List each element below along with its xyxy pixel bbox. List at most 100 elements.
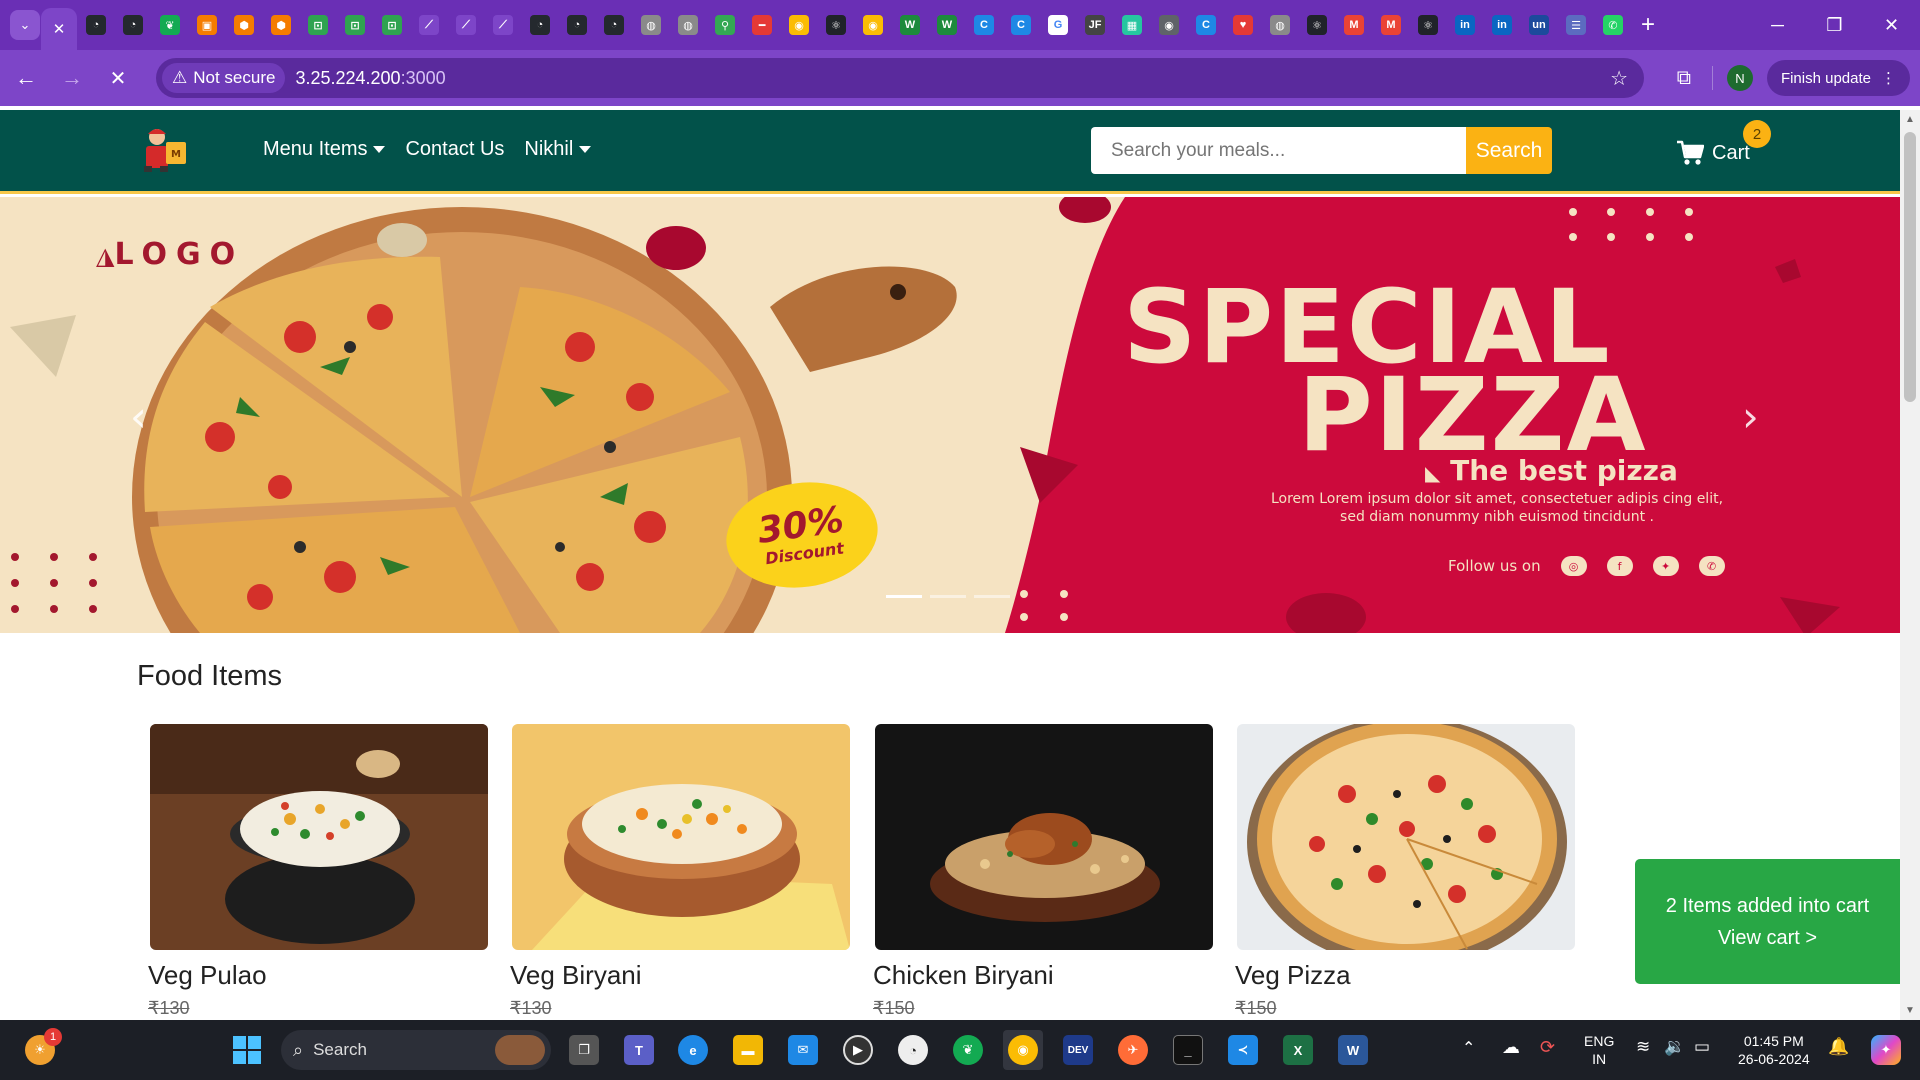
browser-tab[interactable]: C — [1003, 7, 1039, 43]
language-indicator[interactable]: ENG IN — [1584, 1032, 1614, 1068]
bookmark-star-icon[interactable]: ☆ — [1610, 66, 1628, 91]
browser-tab[interactable]: ◔ — [559, 7, 595, 43]
browser-tab[interactable]: ◔ — [78, 7, 114, 43]
cart-toast[interactable]: 2 Items added into cart View cart > — [1635, 859, 1900, 984]
edge-icon[interactable]: e — [673, 1030, 713, 1070]
search-button[interactable]: Search — [1466, 127, 1552, 174]
scrollbar-thumb[interactable] — [1904, 132, 1916, 402]
carousel-indicator[interactable] — [886, 595, 922, 598]
browser-tab[interactable]: in — [1447, 7, 1483, 43]
profile-avatar[interactable]: N — [1726, 65, 1753, 91]
food-card[interactable]: Chicken Biryani ₹150 — [873, 724, 1213, 1018]
menu-items-dropdown[interactable]: Menu Items — [263, 138, 386, 161]
task-view-icon[interactable]: ❐ — [564, 1030, 604, 1070]
browser-tab[interactable]: ⊡ — [374, 7, 410, 43]
browser-tab[interactable]: ♥ — [1225, 7, 1261, 43]
close-window-icon[interactable]: ✕ — [1863, 0, 1920, 50]
dev-community-icon[interactable]: DEV — [1058, 1030, 1098, 1070]
security-chip[interactable]: ⚠ Not secure — [162, 63, 286, 93]
browser-tab[interactable]: ⚛ — [1410, 7, 1446, 43]
browser-tab[interactable]: ◔ — [522, 7, 558, 43]
forward-arrow-icon[interactable]: → — [52, 58, 92, 98]
delivery-logo-icon[interactable]: M — [140, 124, 192, 174]
browser-tab[interactable]: ⊡ — [300, 7, 336, 43]
browser-tab[interactable]: ⬢ — [263, 7, 299, 43]
volume-icon[interactable]: 🔉 — [1664, 1038, 1685, 1056]
vscode-icon[interactable]: ≺ — [1223, 1030, 1263, 1070]
browser-tab[interactable]: W — [929, 7, 965, 43]
chrome-taskbar-icon[interactable]: ◉ — [1003, 1030, 1043, 1070]
mongodb-compass-icon[interactable]: ❦ — [948, 1030, 988, 1070]
browser-tab[interactable]: ▣ — [189, 7, 225, 43]
start-button[interactable] — [227, 1030, 267, 1070]
carousel-indicator[interactable] — [930, 595, 966, 598]
browser-tab[interactable]: ◍ — [670, 7, 706, 43]
browser-tab[interactable]: W — [892, 7, 928, 43]
view-cart-link[interactable]: View cart > — [1718, 922, 1817, 954]
back-arrow-icon[interactable]: ← — [6, 58, 46, 98]
contact-us-link[interactable]: Contact Us — [405, 138, 504, 161]
scroll-down-icon[interactable]: ▼ — [1905, 1005, 1915, 1016]
browser-tab[interactable]: ⟋ — [411, 7, 447, 43]
browser-tab[interactable]: M — [1373, 7, 1409, 43]
weather-widget[interactable]: ☀ 1 — [20, 1028, 62, 1070]
food-card[interactable]: Veg Biryani ₹130 — [510, 724, 850, 1018]
clock[interactable]: 01:45 PM 26-06-2024 — [1738, 1032, 1810, 1068]
word-icon[interactable]: W — [1333, 1030, 1373, 1070]
file-explorer-icon[interactable]: ▬ — [728, 1030, 768, 1070]
chicken-biryani-image[interactable] — [875, 724, 1213, 950]
user-dropdown[interactable]: Nikhil — [524, 138, 592, 161]
onedrive-icon[interactable]: ☁ — [1502, 1038, 1520, 1056]
excel-icon[interactable]: X — [1278, 1030, 1318, 1070]
browser-tab[interactable]: ⊡ — [337, 7, 373, 43]
wifi-icon[interactable]: ≋ — [1636, 1038, 1650, 1056]
browser-tab[interactable]: ▦ — [1114, 7, 1150, 43]
sync-icon[interactable]: ⟳ — [1540, 1038, 1555, 1056]
carousel-prev-button[interactable]: ‹ — [130, 392, 147, 441]
finish-update-button[interactable]: Finish update ⋮ — [1766, 60, 1910, 96]
browser-tab[interactable]: in — [1484, 7, 1520, 43]
browser-tab[interactable]: C — [966, 7, 1002, 43]
stop-loading-icon[interactable]: ✕ — [98, 58, 138, 98]
extensions-icon[interactable]: ⧉ — [1664, 67, 1704, 90]
minimize-icon[interactable]: ─ — [1749, 0, 1806, 50]
browser-tab[interactable]: ◍ — [1262, 7, 1298, 43]
browser-tab[interactable]: M — [1336, 7, 1372, 43]
tab-search-button[interactable]: ⌄ — [10, 10, 40, 40]
browser-tab[interactable]: ❦ — [152, 7, 188, 43]
browser-tab[interactable]: ☰ — [1558, 7, 1594, 43]
postman-icon[interactable]: ✈ — [1113, 1030, 1153, 1070]
taskbar-search[interactable]: ⌕ Search — [281, 1030, 551, 1070]
browser-tab[interactable]: ⟋ — [448, 7, 484, 43]
notification-bell-icon[interactable]: 🔔 — [1828, 1038, 1849, 1056]
browser-tab[interactable]: JF — [1077, 7, 1113, 43]
terminal-icon[interactable]: _ — [1168, 1030, 1208, 1070]
url-text[interactable]: 3.25.224.200:3000 — [295, 68, 445, 89]
veg-pulao-image[interactable] — [150, 724, 488, 950]
browser-tab[interactable]: ━ — [744, 7, 780, 43]
food-card[interactable]: Veg Pizza ₹150 — [1235, 724, 1575, 1018]
close-tab-icon[interactable]: ✕ — [53, 20, 66, 38]
browser-tab[interactable]: ◉ — [781, 7, 817, 43]
carousel-indicator[interactable] — [974, 595, 1010, 598]
carousel-next-button[interactable]: › — [1742, 392, 1759, 441]
new-tab-button[interactable]: + — [1631, 11, 1665, 39]
browser-tab[interactable]: ◔ — [115, 7, 151, 43]
github-desktop-icon[interactable]: ◔ — [893, 1030, 933, 1070]
mail-icon[interactable]: ✉ — [783, 1030, 823, 1070]
meal-search-input[interactable] — [1091, 127, 1466, 174]
browser-tab[interactable]: ◉ — [855, 7, 891, 43]
veg-biryani-image[interactable] — [512, 724, 850, 950]
page-scrollbar[interactable]: ▲ ▼ — [1900, 110, 1920, 1020]
food-card[interactable]: Veg Pulao ₹130 — [148, 724, 488, 1018]
browser-tab[interactable]: ◉ — [1151, 7, 1187, 43]
browser-tab[interactable]: ⚛ — [818, 7, 854, 43]
restore-icon[interactable]: ❐ — [1806, 0, 1863, 50]
browser-tab-active[interactable]: ✕ — [41, 8, 77, 50]
tray-chevron-icon[interactable]: ⌃ — [1462, 1040, 1475, 1058]
battery-icon[interactable]: ▭ — [1694, 1038, 1710, 1056]
browser-tab[interactable]: ◔ — [596, 7, 632, 43]
browser-tab[interactable]: ⚲ — [707, 7, 743, 43]
browser-tab[interactable]: ◍ — [633, 7, 669, 43]
browser-tab[interactable]: un — [1521, 7, 1557, 43]
